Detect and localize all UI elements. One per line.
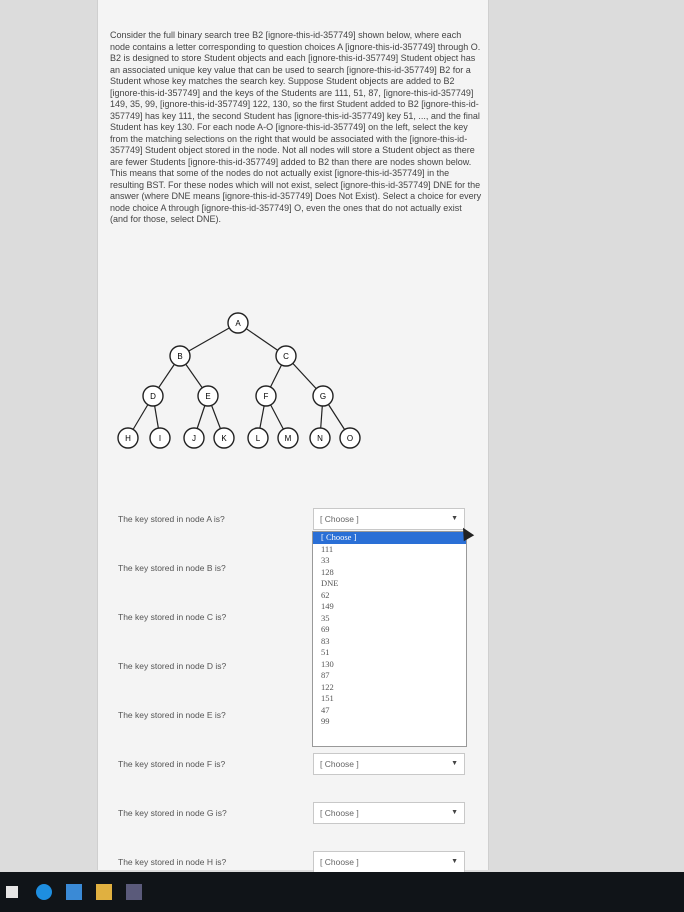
svg-text:E: E [205, 392, 210, 401]
binary-tree-diagram: A B C D E F G H I J K L M N O [98, 308, 488, 458]
dropdown-option[interactable]: 62 [313, 590, 466, 602]
row-label: The key stored in node F is? [118, 759, 226, 769]
dropdown-option[interactable]: 47 [313, 705, 466, 717]
tree-node-d: D [142, 385, 164, 407]
dropdown-option[interactable]: 69 [313, 624, 466, 636]
row-label: The key stored in node C is? [118, 612, 227, 622]
svg-text:D: D [150, 392, 156, 401]
tree-node-a: A [227, 312, 249, 334]
file-explorer-icon[interactable] [96, 884, 112, 900]
dropdown-option[interactable]: 128 [313, 567, 466, 579]
answer-row: The key stored in node F is? [ Choose ] ▼ [118, 753, 478, 777]
tree-node-l: L [247, 427, 269, 449]
dropdown-option[interactable]: 51 [313, 647, 466, 659]
dropdown-option[interactable]: 33 [313, 555, 466, 567]
svg-text:N: N [317, 434, 323, 443]
dropdown-option[interactable]: 87 [313, 670, 466, 682]
svg-text:G: G [320, 392, 326, 401]
tree-node-e: E [197, 385, 219, 407]
svg-text:L: L [256, 434, 261, 443]
choose-select[interactable]: [ Choose ] ▼ [313, 508, 465, 530]
svg-text:I: I [159, 434, 161, 443]
row-label: The key stored in node B is? [118, 563, 226, 573]
dropdown-option[interactable]: [ Choose ] [313, 532, 466, 544]
tree-node-c: C [275, 345, 297, 367]
row-label: The key stored in node D is? [118, 661, 227, 671]
svg-text:A: A [235, 319, 241, 328]
answer-row: The key stored in node A is? [ Choose ] ▼ [118, 508, 478, 532]
choose-dropdown-list[interactable]: [ Choose ] 111 33 128 DNE 62 149 35 69 83 51 130 87 1… [312, 531, 467, 747]
dropdown-option[interactable]: 99 [313, 716, 466, 728]
taskbar [0, 872, 684, 912]
tree-svg: A B C D E F G H I J K L M N O [117, 312, 361, 449]
question-text: Consider the full binary search tree B2 … [110, 30, 482, 224]
chevron-down-icon: ▼ [451, 515, 458, 522]
tree-node-f: F [255, 385, 277, 407]
svg-text:F: F [264, 392, 269, 401]
select-value: [ Choose ] [320, 759, 359, 769]
chevron-down-icon: ▼ [451, 760, 458, 767]
dropdown-option[interactable]: 111 [313, 544, 466, 556]
dropdown-option[interactable]: 149 [313, 601, 466, 613]
svg-text:H: H [125, 434, 131, 443]
dropdown-option[interactable]: 130 [313, 659, 466, 671]
svg-text:B: B [177, 352, 182, 361]
chevron-down-icon: ▼ [451, 858, 458, 865]
svg-text:M: M [285, 434, 292, 443]
dropdown-option[interactable]: 151 [313, 693, 466, 705]
select-value: [ Choose ] [320, 514, 359, 524]
tree-node-j: J [183, 427, 205, 449]
choose-select[interactable]: [ Choose ] ▼ [313, 802, 465, 824]
choose-select[interactable]: [ Choose ] ▼ [313, 753, 465, 775]
choose-select[interactable]: [ Choose ] ▼ [313, 851, 465, 873]
edge-browser-icon[interactable] [36, 884, 52, 900]
tree-node-k: K [213, 427, 235, 449]
tree-node-n: N [309, 427, 331, 449]
row-label: The key stored in node H is? [118, 857, 227, 867]
dropdown-option[interactable]: 122 [313, 682, 466, 694]
tree-node-o: O [339, 427, 361, 449]
row-label: The key stored in node A is? [118, 514, 225, 524]
tree-node-i: I [149, 427, 171, 449]
app-icon[interactable] [126, 884, 142, 900]
svg-text:C: C [283, 352, 289, 361]
svg-text:O: O [347, 434, 353, 443]
svg-text:J: J [192, 434, 196, 443]
answer-row: The key stored in node G is? [ Choose ] ▼ [118, 802, 478, 826]
dropdown-option[interactable]: 83 [313, 636, 466, 648]
row-label: The key stored in node E is? [118, 710, 226, 720]
select-value: [ Choose ] [320, 808, 359, 818]
tree-node-g: G [312, 385, 334, 407]
windows-start-icon[interactable] [6, 886, 18, 898]
dropdown-option[interactable]: 35 [313, 613, 466, 625]
tree-node-b: B [169, 345, 191, 367]
tree-node-h: H [117, 427, 139, 449]
svg-text:K: K [221, 434, 227, 443]
dropdown-option[interactable]: DNE [313, 578, 466, 590]
chevron-down-icon: ▼ [451, 809, 458, 816]
select-value: [ Choose ] [320, 857, 359, 867]
tree-node-m: M [277, 427, 299, 449]
mail-icon[interactable] [66, 884, 82, 900]
row-label: The key stored in node G is? [118, 808, 227, 818]
